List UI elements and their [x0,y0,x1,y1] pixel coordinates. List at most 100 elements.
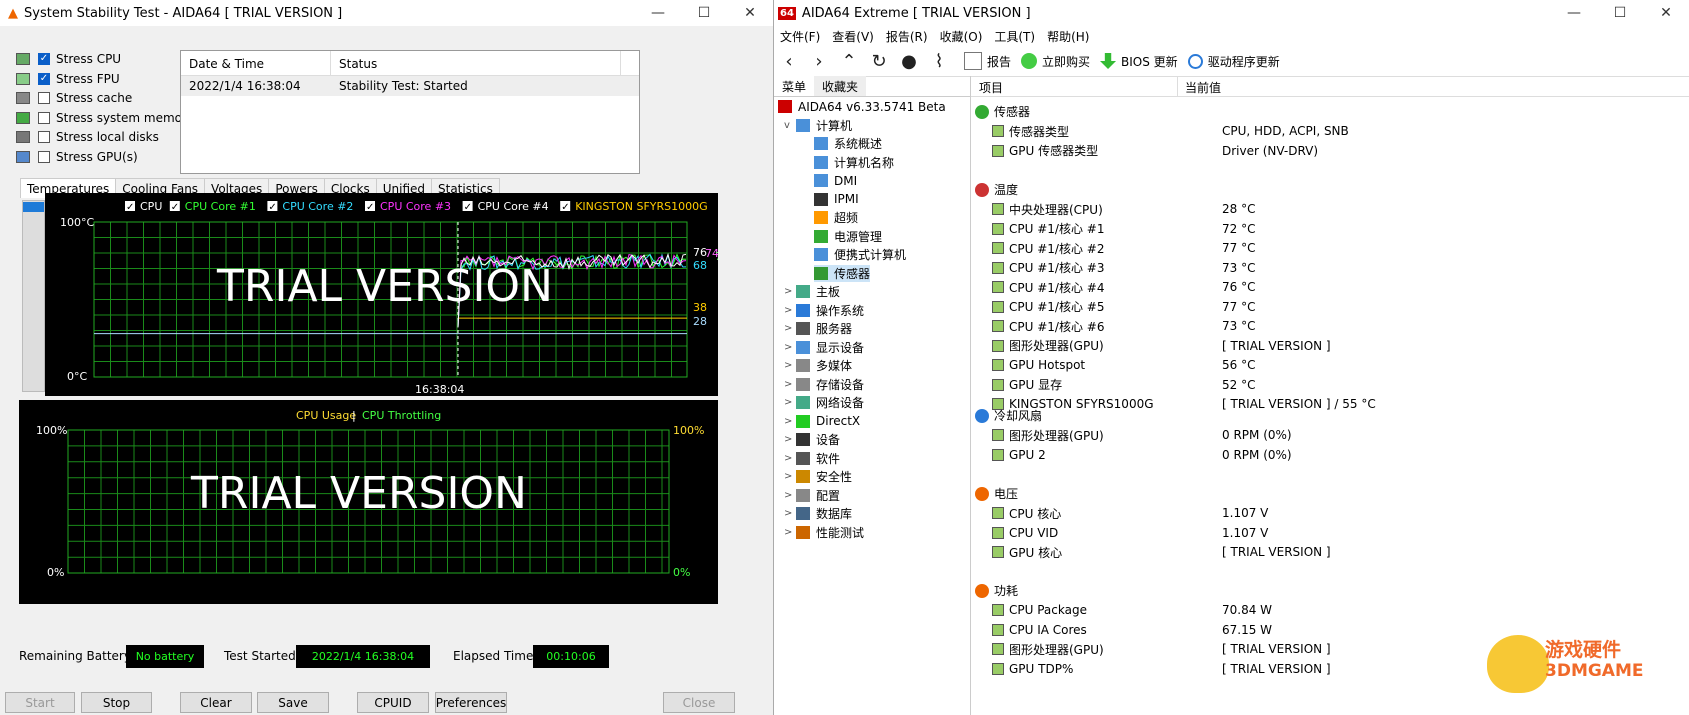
tree-item-15[interactable]: > 存储设备 [784,376,864,393]
expand-icon[interactable]: > [784,286,796,297]
expand-icon[interactable]: > [784,305,796,316]
sensor-row[interactable]: CPU VID 1.107 V [992,523,1682,542]
expand-icon[interactable]: > [784,342,796,353]
close-icon[interactable]: ✕ [1643,0,1689,26]
clear-button[interactable]: Clear [180,692,252,713]
report-button[interactable]: 报告 [964,52,1011,70]
driver-update-button[interactable]: 驱动程序更新 [1187,53,1280,70]
sensor-row[interactable]: CPU #1/核心 #5 77 °C [992,297,1682,316]
minimize-icon[interactable]: — [1551,0,1597,26]
tree-item-14[interactable]: > 多媒体 [784,357,852,374]
menu-item-0[interactable]: 文件(F) [774,26,826,46]
tree-item-4[interactable]: DMI [814,172,857,189]
expand-icon[interactable]: > [784,397,796,408]
close-icon[interactable]: ✕ [727,0,773,26]
expand-icon[interactable]: > [784,323,796,334]
tree-item-9[interactable]: 传感器 [814,264,871,282]
expand-icon[interactable]: > [784,508,796,519]
sensor-row[interactable]: CPU #1/核心 #6 73 °C [992,317,1682,336]
refresh-icon[interactable]: ↻ [864,48,894,74]
expand-icon[interactable]: > [784,490,796,501]
up-icon[interactable]: ⌃ [834,48,864,74]
scroll-thumb[interactable] [23,202,44,212]
menu-item-3[interactable]: 收藏(O) [934,26,989,46]
tree-item-19[interactable]: > 软件 [784,450,840,467]
tree-item-21[interactable]: > 配置 [784,487,840,504]
stress-option-1[interactable]: ✓ Stress FPU [16,70,120,88]
tree-item-20[interactable]: > 安全性 [784,468,852,485]
stress-checkbox[interactable]: ✓ [38,53,50,65]
stress-checkbox[interactable]: ✓ [38,72,50,85]
tree-item-5[interactable]: IPMI [814,191,859,208]
tree-item-1[interactable]: v 计算机 [784,117,852,134]
stress-option-3[interactable]: Stress system memory [16,109,194,127]
sensor-row[interactable]: CPU #1/核心 #4 76 °C [992,278,1682,297]
tree-item-3[interactable]: 计算机名称 [814,154,894,171]
tree-item-6[interactable]: 超频 [814,209,858,226]
expand-icon[interactable]: > [784,453,796,464]
stress-option-2[interactable]: Stress cache [16,89,132,107]
section-header[interactable]: 功耗 [975,581,1018,600]
expand-icon[interactable]: > [784,360,796,371]
sensor-row[interactable]: 传感器类型 CPU, HDD, ACPI, SNB [992,122,1682,141]
menu-item-2[interactable]: 报告(R) [880,26,934,46]
stop-button[interactable]: Stop [81,692,152,713]
tree-item-22[interactable]: > 数据库 [784,505,852,522]
section-header[interactable]: 传感器 [975,102,1030,121]
col-value[interactable]: 当前值 [1185,79,1221,96]
sensor-row[interactable]: CPU #1/核心 #2 77 °C [992,239,1682,258]
minimize-icon[interactable]: — [635,0,681,26]
graph-icon[interactable]: ⌇ [924,48,954,74]
tree-item-7[interactable]: 电源管理 [814,228,882,245]
close-button[interactable]: Close [663,692,735,713]
tab-menu[interactable]: 菜单 [774,76,815,96]
sensor-row[interactable]: 图形处理器(GPU) 0 RPM (0%) [992,426,1682,445]
sensor-row[interactable]: 图形处理器(GPU) [ TRIAL VERSION ] [992,336,1682,355]
sensor-row[interactable]: CPU #1/核心 #1 72 °C [992,219,1682,238]
back-icon[interactable]: ‹ [774,48,804,74]
expand-icon[interactable]: v [784,120,796,131]
col-item[interactable]: 项目 [979,79,1003,96]
forward-icon[interactable]: › [804,48,834,74]
preferences-button[interactable]: Preferences [435,692,507,713]
sensor-row[interactable]: KINGSTON SFYRS1000G[ TRIAL VERSION ] / 5… [992,395,1682,414]
stress-checkbox[interactable] [38,111,50,124]
stress-option-4[interactable]: Stress local disks [16,128,159,146]
expand-icon[interactable]: > [784,527,796,538]
sensor-row[interactable]: CPU #1/核心 #3 73 °C [992,258,1682,277]
tree-item-18[interactable]: > 设备 [784,431,840,448]
menu-item-5[interactable]: 帮助(H) [1041,26,1095,46]
tree-item-23[interactable]: > 性能测试 [784,524,864,541]
tree-item-13[interactable]: > 显示设备 [784,339,864,356]
tree-item-12[interactable]: > 服务器 [784,320,852,337]
bios-update-button[interactable]: BIOS 更新 [1100,53,1178,70]
sensor-row[interactable]: GPU Hotspot 56 °C [992,356,1682,375]
user-icon[interactable]: ● [894,48,924,74]
sensor-row[interactable]: GPU 核心 [ TRIAL VERSION ] [992,543,1682,562]
stress-option-0[interactable]: ✓ Stress CPU [16,50,121,68]
tree-item-10[interactable]: > 主板 [784,283,840,300]
section-header[interactable]: 冷却风扇 [975,406,1042,425]
tree-item-17[interactable]: > DirectX [784,413,860,430]
sensor-row[interactable]: CPU 核心 1.107 V [992,504,1682,523]
right-titlebar[interactable]: 64 AIDA64 Extreme [ TRIAL VERSION ] — ☐ … [774,0,1689,26]
section-header[interactable]: 温度 [975,180,1018,199]
log-header-datetime[interactable]: Date & Time [181,51,331,75]
stress-checkbox[interactable] [38,150,50,163]
chart-scrollbar[interactable] [22,200,45,392]
maximize-icon[interactable]: ☐ [1597,0,1643,26]
menu-item-4[interactable]: 工具(T) [988,26,1041,46]
tree-item-16[interactable]: > 网络设备 [784,394,864,411]
stress-checkbox[interactable] [38,131,50,143]
sensor-row[interactable]: GPU 2 0 RPM (0%) [992,445,1682,464]
expand-icon[interactable]: > [784,434,796,445]
stress-option-5[interactable]: Stress GPU(s) [16,148,138,166]
cpuid-button[interactable]: CPUID [357,692,429,713]
sensor-row[interactable]: GPU 传感器类型 Driver (NV-DRV) [992,141,1682,160]
section-header[interactable]: 电压 [975,484,1018,503]
start-button[interactable]: Start [5,692,75,713]
table-row[interactable]: 2022/1/4 16:38:04 Stability Test: Starte… [181,76,639,96]
expand-icon[interactable]: > [784,416,796,427]
tab-favorites[interactable]: 收藏夹 [814,76,867,96]
tree-item-11[interactable]: > 操作系统 [784,302,864,319]
